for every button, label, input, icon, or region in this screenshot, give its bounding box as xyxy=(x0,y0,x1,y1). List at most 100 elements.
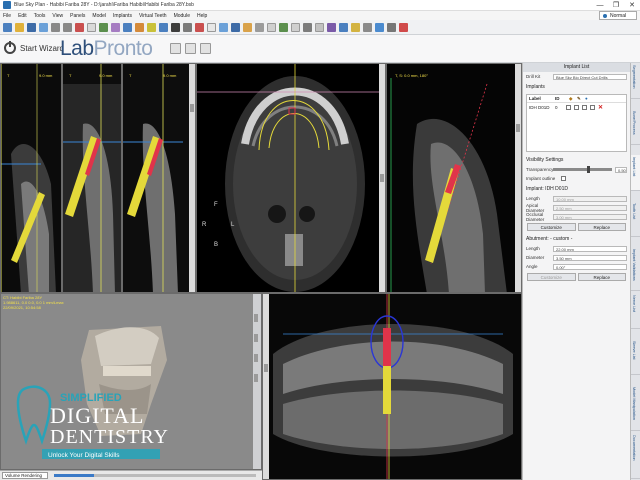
panoramic-viewport[interactable] xyxy=(262,293,522,480)
implant-icon[interactable] xyxy=(147,22,156,32)
menu-file[interactable]: File xyxy=(3,13,11,19)
rotate-left-icon[interactable] xyxy=(254,314,258,322)
cross-section-viewport-3[interactable]: T 9.0 mm xyxy=(122,63,196,293)
settings-icon[interactable] xyxy=(387,22,396,32)
new-project-icon[interactable] xyxy=(3,22,12,32)
tab-segmentation[interactable]: Segmentation xyxy=(631,63,640,99)
view-2d-icon[interactable] xyxy=(219,22,228,32)
volume-icon[interactable] xyxy=(327,22,336,32)
guide-icon[interactable] xyxy=(351,22,360,32)
select-icon[interactable] xyxy=(87,22,96,32)
layout-icon[interactable] xyxy=(207,22,216,32)
abutment-angle-field[interactable]: 0.00° xyxy=(553,263,627,270)
export-icon[interactable] xyxy=(363,22,372,32)
panel-quad-icon[interactable] xyxy=(200,43,211,54)
close-button[interactable]: ✕ xyxy=(624,0,640,11)
axial-icon[interactable] xyxy=(279,22,288,32)
implant-outline-checkbox[interactable] xyxy=(561,176,567,181)
cross-section-viewport-1[interactable]: T 9.0 mm xyxy=(0,63,62,293)
scrollbar-thumb[interactable] xyxy=(190,104,194,112)
angle-icon[interactable] xyxy=(111,22,120,32)
scrollbar-thumb[interactable] xyxy=(516,124,520,132)
menu-virtual-teeth[interactable]: Virtual Teeth xyxy=(139,13,167,19)
abutment-replace-button[interactable]: Replace xyxy=(577,273,626,281)
rotate-right-icon[interactable] xyxy=(254,334,258,342)
surface-icon[interactable] xyxy=(339,22,348,32)
nerve-icon[interactable] xyxy=(159,22,168,32)
crop-icon[interactable] xyxy=(171,22,180,32)
render-slider[interactable] xyxy=(54,474,256,477)
transparency-value[interactable]: 0.50 xyxy=(615,166,627,173)
drill-kit-select[interactable]: Blue Sky Bio Direct Cut Drills xyxy=(553,73,627,80)
mode-selector[interactable]: Normal xyxy=(599,11,637,20)
abutment-customize-button[interactable]: Customize xyxy=(527,273,576,281)
outline-checkbox[interactable] xyxy=(590,104,595,110)
coronal-icon[interactable] xyxy=(291,22,300,32)
edit-checkbox[interactable] xyxy=(574,104,579,110)
scrollbar-thumb[interactable] xyxy=(264,364,268,372)
tooth-icon[interactable] xyxy=(75,22,84,32)
help-icon[interactable] xyxy=(399,22,408,32)
tab-sleeve-list[interactable]: Sleeve List xyxy=(631,339,640,375)
replace-button[interactable]: Replace xyxy=(577,223,626,231)
camera-icon[interactable] xyxy=(303,22,312,32)
screenshot-icon[interactable] xyxy=(315,22,324,32)
transparency-slider[interactable] xyxy=(553,166,612,173)
tab-model-manipulation[interactable]: Model Manipulation xyxy=(631,385,640,431)
menu-panels[interactable]: Panels xyxy=(70,13,85,19)
abutment-diameter-field[interactable]: 3.50 mm xyxy=(553,254,627,261)
save-icon[interactable] xyxy=(27,22,36,32)
menu-module[interactable]: Module xyxy=(174,13,190,19)
rotate-icon[interactable] xyxy=(123,22,132,32)
delete-icon[interactable]: ✕ xyxy=(598,104,603,111)
panoramic-icon[interactable] xyxy=(243,22,252,32)
axial-viewport[interactable]: F R L B xyxy=(196,63,386,293)
implant-cross-scrollbar[interactable] xyxy=(515,64,521,292)
abutment-length-field[interactable]: 22.00 mm xyxy=(553,245,627,252)
lock-checkbox[interactable] xyxy=(566,104,571,110)
import-icon[interactable] xyxy=(39,22,48,32)
implant-length-field[interactable]: 10.00 mm xyxy=(553,195,627,202)
menu-view[interactable]: View xyxy=(52,13,63,19)
render-mode-select[interactable]: Volume Rendering xyxy=(2,472,48,479)
measure-icon[interactable] xyxy=(99,22,108,32)
magnet-icon[interactable] xyxy=(195,22,204,32)
zoom-in-icon[interactable] xyxy=(254,354,258,362)
menu-edit[interactable]: Edit xyxy=(18,13,27,19)
grid-icon[interactable] xyxy=(183,22,192,32)
zoom-out-icon[interactable] xyxy=(254,374,258,382)
implant-apical-field[interactable]: 2.50 mm xyxy=(553,204,627,211)
tab-implant-list[interactable]: Implant List xyxy=(631,155,640,191)
undo-icon[interactable] xyxy=(51,22,60,32)
start-wizard-button[interactable]: Start Wizard xyxy=(4,41,64,54)
maximize-button[interactable]: ❐ xyxy=(608,0,624,11)
cross-section-viewport-2[interactable]: T 9.0 mm xyxy=(62,63,122,293)
view-3d-icon[interactable] xyxy=(231,22,240,32)
print-icon[interactable] xyxy=(375,22,384,32)
tab-bone-process[interactable]: Bone/Process xyxy=(631,109,640,145)
menu-tools[interactable]: Tools xyxy=(34,13,46,19)
panoramic-scrollbar[interactable] xyxy=(263,294,269,479)
redo-icon[interactable] xyxy=(63,22,72,32)
table-row[interactable]: IDH D01D 0 ✕ xyxy=(527,103,626,111)
tab-tooth-list[interactable]: Tooth List xyxy=(631,201,640,237)
customize-button[interactable]: Customize xyxy=(527,223,576,231)
panel-layout-icon[interactable] xyxy=(170,43,181,54)
tab-nerve-list[interactable]: Nerve List xyxy=(631,293,640,329)
implant-occlusal-field[interactable]: 3.00 mm xyxy=(553,213,627,220)
axial-scrollbar[interactable] xyxy=(379,64,385,292)
slice-icon[interactable] xyxy=(255,22,264,32)
transparency-knob[interactable] xyxy=(587,166,590,173)
scrollbar-thumb[interactable] xyxy=(380,174,384,182)
annotation-icon[interactable] xyxy=(135,22,144,32)
implant-cross-viewport[interactable]: T, S: 0.0 mm, 180° xyxy=(386,63,522,293)
minimize-button[interactable]: — xyxy=(592,0,608,11)
sagittal-icon[interactable] xyxy=(267,22,276,32)
panel-split-icon[interactable] xyxy=(185,43,196,54)
tab-documentation[interactable]: Documentation xyxy=(631,433,640,479)
menu-help[interactable]: Help xyxy=(197,13,207,19)
menu-model[interactable]: Model xyxy=(92,13,106,19)
visible-checkbox[interactable] xyxy=(582,104,587,110)
cross-section-scrollbar[interactable] xyxy=(189,64,195,292)
open-folder-icon[interactable] xyxy=(15,22,24,32)
